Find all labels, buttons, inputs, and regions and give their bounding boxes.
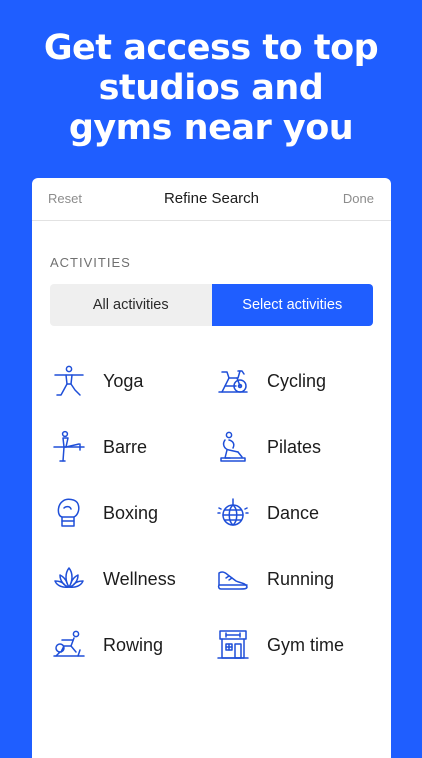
barre-icon	[52, 430, 86, 464]
activities-grid: Yoga Cycling Barre Pilates Boxing Dance …	[32, 348, 391, 678]
activity-boxing[interactable]: Boxing	[32, 480, 198, 546]
activity-running[interactable]: Running	[198, 546, 391, 612]
activities-section-label: ACTIVITIES	[50, 255, 131, 270]
activity-yoga[interactable]: Yoga	[32, 348, 198, 414]
headline-line-1: Get access to top	[43, 28, 379, 68]
activity-label: Pilates	[267, 436, 322, 457]
activity-label: Running	[267, 568, 335, 589]
card-header: Reset Refine Search Done	[32, 178, 391, 221]
pilates-icon	[216, 430, 250, 464]
select-activities-segment[interactable]: Select activities	[211, 284, 373, 326]
done-button[interactable]: Done	[343, 191, 374, 206]
activities-row: Barre Pilates	[32, 414, 391, 480]
activity-gym-time[interactable]: Gym time	[198, 612, 391, 678]
activity-dance[interactable]: Dance	[198, 480, 391, 546]
yoga-icon	[52, 364, 86, 398]
disco-ball-icon	[216, 496, 250, 530]
card-title: Refine Search	[163, 190, 260, 207]
activities-row: Yoga Cycling	[32, 348, 391, 414]
activity-wellness[interactable]: Wellness	[32, 546, 198, 612]
activities-row: Wellness Running	[32, 546, 391, 612]
headline: Get access to top studios and gyms near …	[0, 28, 422, 148]
gym-building-icon	[216, 628, 250, 662]
activity-label: Boxing	[103, 502, 159, 523]
boxing-glove-icon	[52, 496, 86, 530]
lotus-icon	[52, 562, 86, 596]
activity-label: Cycling	[267, 370, 327, 391]
activity-barre[interactable]: Barre	[32, 414, 198, 480]
activity-rowing[interactable]: Rowing	[32, 612, 198, 678]
activity-pilates[interactable]: Pilates	[198, 414, 391, 480]
refine-search-card: Reset Refine Search Done ACTIVITIES All …	[32, 178, 391, 758]
activity-cycling[interactable]: Cycling	[198, 348, 391, 414]
all-activities-segment[interactable]: All activities	[50, 284, 212, 326]
activities-segmented-control: All activities Select activities	[50, 284, 373, 326]
cycling-icon	[216, 364, 250, 398]
activities-row: Rowing Gym time	[32, 612, 391, 678]
activity-label: Gym time	[267, 634, 345, 655]
activity-label: Dance	[267, 502, 320, 523]
activity-label: Rowing	[103, 634, 164, 655]
headline-line-2: studios and	[98, 68, 324, 108]
activity-label: Yoga	[103, 370, 144, 391]
activity-label: Wellness	[103, 568, 176, 589]
activity-label: Barre	[103, 436, 148, 457]
running-shoe-icon	[216, 562, 250, 596]
headline-line-3: gyms near you	[68, 108, 354, 148]
rowing-icon	[52, 628, 86, 662]
activities-row: Boxing Dance	[32, 480, 391, 546]
